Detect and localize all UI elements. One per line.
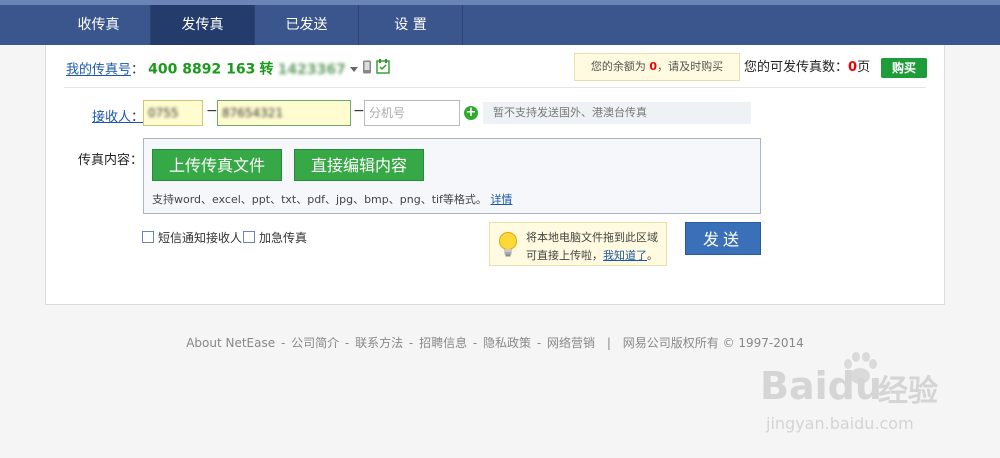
- footer-link-privacy[interactable]: 隐私政策: [483, 336, 531, 350]
- watermark-brand-1: Bai: [760, 364, 828, 408]
- footer-bar: |: [606, 336, 611, 350]
- urgent-checkbox[interactable]: 加急传真: [243, 231, 307, 245]
- detail-link[interactable]: 详情: [490, 193, 512, 206]
- tab-send-fax[interactable]: 发传真: [151, 5, 255, 45]
- calendar-icon[interactable]: [376, 59, 390, 81]
- available-unit: 页: [857, 60, 871, 75]
- support-formats: 支持word、excel、ppt、txt、pdf、jpg、bmp、png、tif…: [152, 193, 487, 206]
- tab-inbox[interactable]: 收传真: [47, 5, 151, 45]
- edit-content-button[interactable]: 直接编辑内容: [294, 149, 424, 181]
- available-count: 0: [848, 60, 858, 75]
- recipient-label[interactable]: 接收人：: [92, 106, 144, 125]
- fax-label-colon: ：: [131, 62, 145, 78]
- balance-tip: 您的余额为 0，请及时购买: [574, 53, 740, 81]
- sms-notify-label: 短信通知接收人: [158, 231, 243, 245]
- urgent-checkbox-box[interactable]: [243, 231, 255, 243]
- tab-settings[interactable]: 设 置: [359, 5, 463, 45]
- drag-tip-end: 。: [647, 249, 658, 262]
- content-label: 传真内容：: [78, 153, 144, 168]
- my-fax-line: 我的传真号： 400 8892 163 转 1423367: [66, 59, 390, 79]
- support-text: 支持word、excel、ppt、txt、pdf、jpg、bmp、png、tif…: [152, 191, 512, 207]
- intl-notice: 暂不支持发送国外、港澳台传真: [483, 102, 751, 124]
- divider: [64, 87, 926, 88]
- footer-link-jobs[interactable]: 招聘信息: [419, 336, 467, 350]
- sms-checkbox-box[interactable]: [142, 231, 154, 243]
- watermark-cn: 经验: [878, 374, 938, 409]
- fax-number: 400 8892 163: [148, 61, 256, 78]
- sms-notify-checkbox[interactable]: 短信通知接收人: [142, 231, 242, 245]
- footer-link-about[interactable]: About NetEase: [186, 336, 275, 350]
- send-button[interactable]: 发送: [685, 222, 761, 255]
- urgent-label: 加急传真: [259, 231, 308, 245]
- tab-sent[interactable]: 已发送: [255, 5, 359, 45]
- drag-tip-line2-text: 可直接上传啦，: [526, 249, 603, 262]
- area-code-input[interactable]: 0755: [143, 100, 203, 126]
- fax-number-value: 87654321: [222, 106, 284, 120]
- drag-tip-line1: 将本地电脑文件拖到此区域: [526, 231, 658, 244]
- watermark-brand-2: du: [827, 364, 882, 408]
- footer-copyright: 网易公司版权所有 © 1997-2014: [622, 336, 804, 350]
- chevron-down-icon[interactable]: [349, 60, 358, 80]
- balance-amount: 0: [649, 60, 658, 73]
- got-it-link[interactable]: 我知道了: [603, 249, 647, 262]
- drag-tip: 将本地电脑文件拖到此区域 可直接上传啦，我知道了。: [489, 222, 667, 266]
- extension-placeholder: 分机号: [369, 106, 406, 120]
- phone-icon[interactable]: [362, 60, 372, 81]
- lightbulb-icon: [498, 231, 518, 262]
- buy-button[interactable]: 购买: [881, 58, 927, 78]
- available-pages: 您的可发传真数：0页: [744, 59, 870, 77]
- top-nav: 收传真 发传真 已发送 设 置: [0, 0, 1000, 45]
- baidu-watermark: Baidu 经验 jingyan.baidu.com: [760, 350, 980, 440]
- area-code-value: 0755: [148, 106, 179, 120]
- footer-sep: -: [341, 336, 354, 350]
- footer-sep: -: [533, 336, 546, 350]
- dash-2: −: [353, 103, 365, 119]
- available-label: 您的可发传真数：: [744, 60, 849, 75]
- balance-suffix: ，请及时购买: [657, 60, 724, 73]
- footer-sep: -: [277, 336, 290, 350]
- footer-link-marketing[interactable]: 网络营销: [547, 336, 595, 350]
- fax-ext-label: 转: [259, 61, 274, 78]
- send-fax-panel: 我的传真号： 400 8892 163 转 1423367 您的余额为 0，请及…: [45, 45, 945, 305]
- upload-drop-area[interactable]: 上传传真文件 直接编辑内容 支持word、excel、ppt、txt、pdf、j…: [143, 138, 761, 214]
- extension-input[interactable]: 分机号: [364, 100, 460, 126]
- add-recipient-icon[interactable]: +: [464, 106, 478, 120]
- footer-link-company[interactable]: 公司简介: [291, 336, 339, 350]
- footer-sep: -: [469, 336, 482, 350]
- drag-tip-line2: 可直接上传啦，我知道了。: [526, 247, 658, 263]
- watermark-brand: Baidu: [760, 364, 882, 408]
- footer-sep: -: [405, 336, 418, 350]
- recipient-label-text[interactable]: 接收人: [92, 110, 131, 125]
- upload-file-button[interactable]: 上传传真文件: [152, 149, 282, 181]
- balance-prefix: 您的余额为: [590, 60, 650, 73]
- footer-link-contact[interactable]: 联系方法: [355, 336, 403, 350]
- fax-number-input[interactable]: 87654321: [217, 100, 351, 126]
- footer: About NetEase - 公司简介 - 联系方法 - 招聘信息 - 隐私政…: [0, 334, 990, 351]
- dash-1: −: [206, 103, 218, 119]
- fax-ext-value: 1423367: [277, 61, 346, 78]
- my-fax-link[interactable]: 我的传真号: [66, 63, 131, 78]
- watermark-url: jingyan.baidu.com: [766, 414, 914, 433]
